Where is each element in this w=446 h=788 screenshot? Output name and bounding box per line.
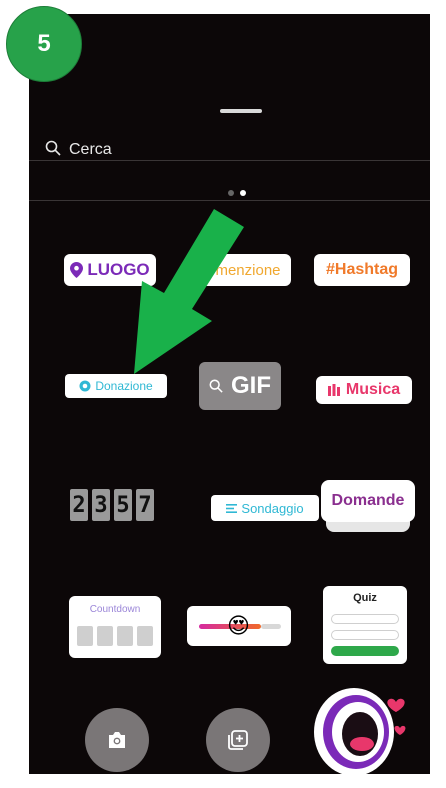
add-media-icon bbox=[228, 730, 248, 750]
countdown-box bbox=[137, 626, 153, 646]
time-sticker[interactable]: 2 3 5 7 bbox=[62, 488, 162, 522]
quiz-option bbox=[331, 614, 399, 624]
time-digit: 3 bbox=[92, 489, 110, 521]
green-arrow-icon bbox=[134, 209, 244, 374]
countdown-box bbox=[117, 626, 133, 646]
time-digit: 2 bbox=[70, 489, 88, 521]
add-media-button[interactable] bbox=[206, 708, 270, 772]
donation-sticker[interactable]: Donazione bbox=[65, 374, 167, 398]
donation-sticker-label: Donazione bbox=[95, 379, 153, 393]
page-indicator bbox=[228, 190, 246, 196]
time-digit: 7 bbox=[136, 489, 154, 521]
slider-track-empty bbox=[261, 624, 281, 629]
emoji-slider-sticker[interactable]: 😍 bbox=[187, 606, 291, 646]
countdown-sticker[interactable]: Countdown bbox=[69, 596, 161, 658]
step-badge: 5 bbox=[6, 6, 82, 82]
page-dot-active[interactable] bbox=[240, 190, 246, 196]
divider bbox=[29, 160, 430, 161]
questions-sticker-label: Domande bbox=[331, 492, 405, 509]
music-sticker[interactable]: Musica bbox=[316, 376, 412, 404]
quiz-sticker[interactable]: Quiz bbox=[323, 586, 407, 664]
quiz-sticker-label: Quiz bbox=[353, 592, 377, 604]
search-icon bbox=[209, 379, 223, 393]
search-icon bbox=[45, 140, 61, 161]
music-bars-icon bbox=[327, 384, 340, 396]
countdown-sticker-label: Countdown bbox=[89, 604, 141, 615]
donation-icon bbox=[79, 380, 91, 392]
poll-sticker[interactable]: Sondaggio bbox=[211, 495, 319, 521]
hashtag-sticker[interactable]: #Hashtag bbox=[314, 254, 410, 286]
questions-sticker[interactable]: Domande bbox=[321, 480, 415, 522]
countdown-boxes bbox=[77, 626, 153, 646]
quiz-option bbox=[331, 630, 399, 640]
shout-sticker-icon[interactable] bbox=[312, 678, 412, 774]
heart-eyes-emoji-icon: 😍 bbox=[227, 613, 250, 638]
countdown-box bbox=[97, 626, 113, 646]
poll-lines-icon bbox=[226, 503, 238, 513]
hashtag-sticker-label: #Hashtag bbox=[325, 261, 399, 278]
countdown-box bbox=[77, 626, 93, 646]
camera-button[interactable] bbox=[85, 708, 149, 772]
camera-icon bbox=[109, 732, 125, 748]
page-dot[interactable] bbox=[228, 190, 234, 196]
divider bbox=[29, 200, 430, 201]
music-sticker-label: Musica bbox=[345, 381, 401, 398]
quiz-option-correct bbox=[331, 646, 399, 656]
search-placeholder: Cerca bbox=[69, 141, 112, 158]
poll-sticker-label: Sondaggio bbox=[241, 500, 304, 516]
tray-content: Cerca LUOGO menzione #Hashtag Donazione … bbox=[29, 14, 430, 774]
location-pin-icon bbox=[70, 262, 84, 278]
gif-sticker-label: GIF bbox=[231, 372, 271, 399]
time-digit: 5 bbox=[114, 489, 132, 521]
